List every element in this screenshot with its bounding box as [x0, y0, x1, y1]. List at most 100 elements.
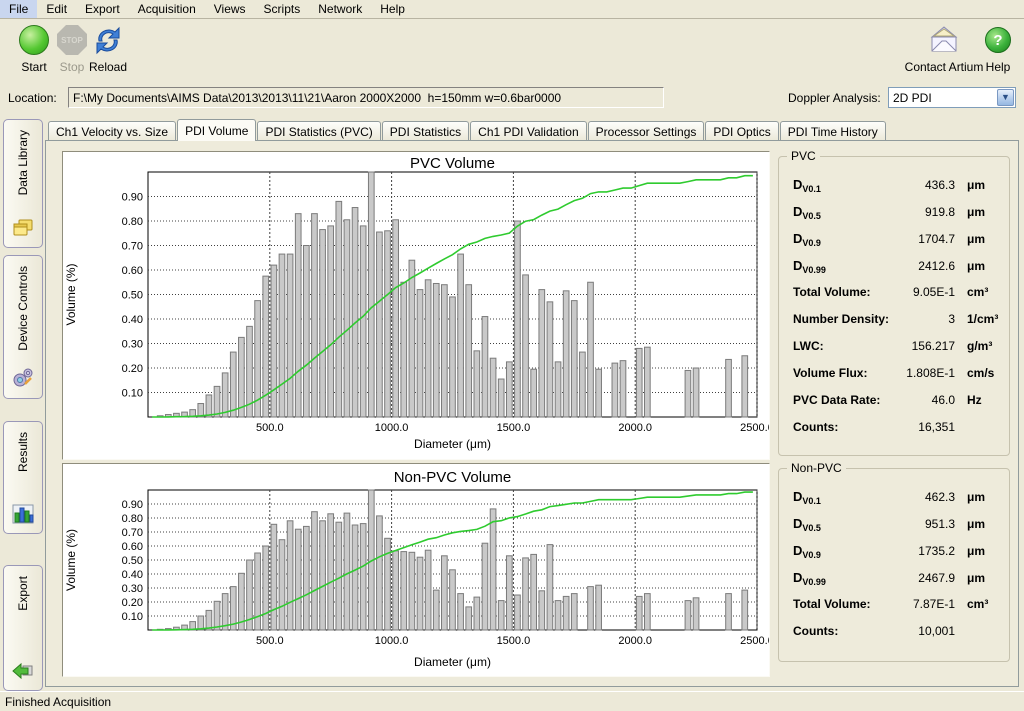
pvc-volume-chart: PVC VolumeVolume (%)0.100.200.300.400.50… [62, 151, 770, 460]
doppler-analysis-label: Doppler Analysis: [788, 91, 881, 105]
menu-network[interactable]: Network [309, 0, 371, 18]
stat-value: 2467.9 [891, 571, 955, 585]
location-input[interactable] [68, 87, 664, 108]
tab-ch1-velocity-vs-size[interactable]: Ch1 Velocity vs. Size [48, 121, 176, 141]
stat-value: 10,001 [891, 624, 955, 638]
svg-text:PVC Volume: PVC Volume [410, 155, 495, 172]
status-bar: Finished Acquisition [0, 691, 1024, 711]
tab-ch1-pdi-validation[interactable]: Ch1 PDI Validation [470, 121, 587, 141]
sidebar-item-label: Device Controls [16, 266, 30, 351]
stat-row-dv0-1: DV0.1462.3μm [779, 483, 1009, 510]
stat-label: LWC: [793, 339, 891, 353]
svg-text:2500.0: 2500.0 [740, 422, 769, 434]
stat-value: 951.3 [891, 517, 955, 531]
stat-value: 436.3 [891, 178, 955, 192]
stat-value: 7.87E-1 [891, 597, 955, 611]
stat-value: 462.3 [891, 490, 955, 504]
stat-row-counts: Counts:16,351 [779, 414, 1009, 441]
menu-help[interactable]: Help [371, 0, 414, 18]
stat-value: 2412.6 [891, 259, 955, 273]
tab-pdi-volume[interactable]: PDI Volume [177, 119, 256, 141]
svg-text:0.60: 0.60 [122, 541, 143, 553]
stat-row-dv0-99: DV0.992467.9μm [779, 564, 1009, 591]
svg-text:1500.0: 1500.0 [497, 422, 531, 434]
stat-unit: μm [955, 232, 1001, 246]
stat-row-lwc: LWC:156.217g/m³ [779, 333, 1009, 360]
svg-text:2500.0: 2500.0 [740, 635, 769, 647]
non-pvc-stats-title: Non-PVC [787, 461, 846, 475]
export-arrow-icon [11, 656, 35, 682]
svg-text:0.60: 0.60 [122, 265, 143, 277]
stat-label: Total Volume: [793, 285, 891, 299]
svg-text:0.90: 0.90 [122, 192, 143, 204]
svg-text:0.50: 0.50 [122, 290, 143, 302]
tab-pdi-optics[interactable]: PDI Optics [705, 121, 778, 141]
toolbar: Start STOP Stop Reload [0, 19, 1024, 83]
chevron-down-icon[interactable]: ▼ [997, 89, 1014, 106]
sidebar-item-device-controls[interactable]: Device Controls [3, 255, 43, 399]
help-button[interactable]: ? Help [978, 23, 1018, 81]
svg-text:500.0: 500.0 [256, 422, 284, 434]
reload-button[interactable]: Reload [80, 23, 136, 81]
reload-icon [91, 23, 125, 57]
svg-text:2000.0: 2000.0 [618, 635, 652, 647]
stat-value: 9.05E-1 [891, 285, 955, 299]
svg-text:Volume (%): Volume (%) [64, 263, 78, 325]
stat-unit: g/m³ [955, 339, 1001, 353]
menu-scripts[interactable]: Scripts [255, 0, 310, 18]
sidebar-item-label: Data Library [16, 130, 30, 195]
svg-text:Diameter (μm): Diameter (μm) [414, 655, 491, 669]
stat-unit: μm [955, 178, 1001, 192]
help-button-label: Help [986, 60, 1011, 74]
contact-artium-label: Contact Artium [905, 60, 984, 74]
menu-views[interactable]: Views [205, 0, 255, 18]
svg-text:0.80: 0.80 [122, 513, 143, 525]
svg-text:1000.0: 1000.0 [375, 635, 409, 647]
menu-acquisition[interactable]: Acquisition [129, 0, 205, 18]
tab-pdi-statistics[interactable]: PDI Statistics [382, 121, 469, 141]
svg-text:2000.0: 2000.0 [618, 422, 652, 434]
svg-text:0.20: 0.20 [122, 363, 143, 375]
stat-label: Counts: [793, 624, 891, 638]
pvc-stats-title: PVC [787, 149, 820, 163]
svg-text:0.70: 0.70 [122, 241, 143, 253]
sidebar-item-label: Results [16, 432, 30, 472]
stat-row-volume-flux: Volume Flux:1.808E-1cm/s [779, 360, 1009, 387]
stat-row-counts: Counts:10,001 [779, 618, 1009, 645]
stat-value: 1704.7 [891, 232, 955, 246]
stat-row-dv0-1: DV0.1436.3μm [779, 171, 1009, 198]
stat-label: Number Density: [793, 312, 891, 326]
stat-value: 919.8 [891, 205, 955, 219]
stat-label: Total Volume: [793, 597, 891, 611]
stat-label: DV0.99 [793, 570, 891, 585]
svg-text:Diameter (μm): Diameter (μm) [414, 437, 491, 451]
stat-unit: cm/s [955, 366, 1001, 380]
tab-pdi-time-history[interactable]: PDI Time History [780, 121, 886, 141]
location-row: Location: Doppler Analysis: 2D PDI ▼ [0, 83, 1024, 113]
menu-export[interactable]: Export [76, 0, 129, 18]
sidebar-item-export[interactable]: Export [3, 565, 43, 691]
gears-icon [11, 364, 35, 390]
sidebar-item-results[interactable]: Results [3, 421, 43, 534]
stat-value: 1.808E-1 [891, 366, 955, 380]
stat-unit: μm [955, 490, 1001, 504]
stat-unit: μm [955, 205, 1001, 219]
svg-text:Non-PVC Volume: Non-PVC Volume [394, 469, 512, 486]
application-window: FileEditExportAcquisitionViewsScriptsNet… [0, 0, 1024, 711]
tab-pdi-statistics-pvc[interactable]: PDI Statistics (PVC) [257, 121, 380, 141]
tab-content: PVC VolumeVolume (%)0.100.200.300.400.50… [45, 140, 1019, 687]
stat-row-dv0-9: DV0.91735.2μm [779, 537, 1009, 564]
stat-label: DV0.5 [793, 516, 891, 531]
svg-text:Volume (%): Volume (%) [64, 529, 78, 591]
doppler-analysis-select[interactable]: 2D PDI ▼ [888, 87, 1016, 108]
stat-unit: Hz [955, 393, 1001, 407]
svg-text:500.0: 500.0 [256, 635, 284, 647]
menu-file[interactable]: File [0, 0, 37, 18]
stat-row-total-volume: Total Volume:9.05E-1cm³ [779, 279, 1009, 306]
menu-edit[interactable]: Edit [37, 0, 76, 18]
contact-artium-button[interactable]: Contact Artium [906, 23, 982, 81]
sidebar-item-data-library[interactable]: Data Library [3, 119, 43, 248]
svg-text:0.70: 0.70 [122, 527, 143, 539]
tab-processor-settings[interactable]: Processor Settings [588, 121, 705, 141]
stat-unit: cm³ [955, 597, 1001, 611]
